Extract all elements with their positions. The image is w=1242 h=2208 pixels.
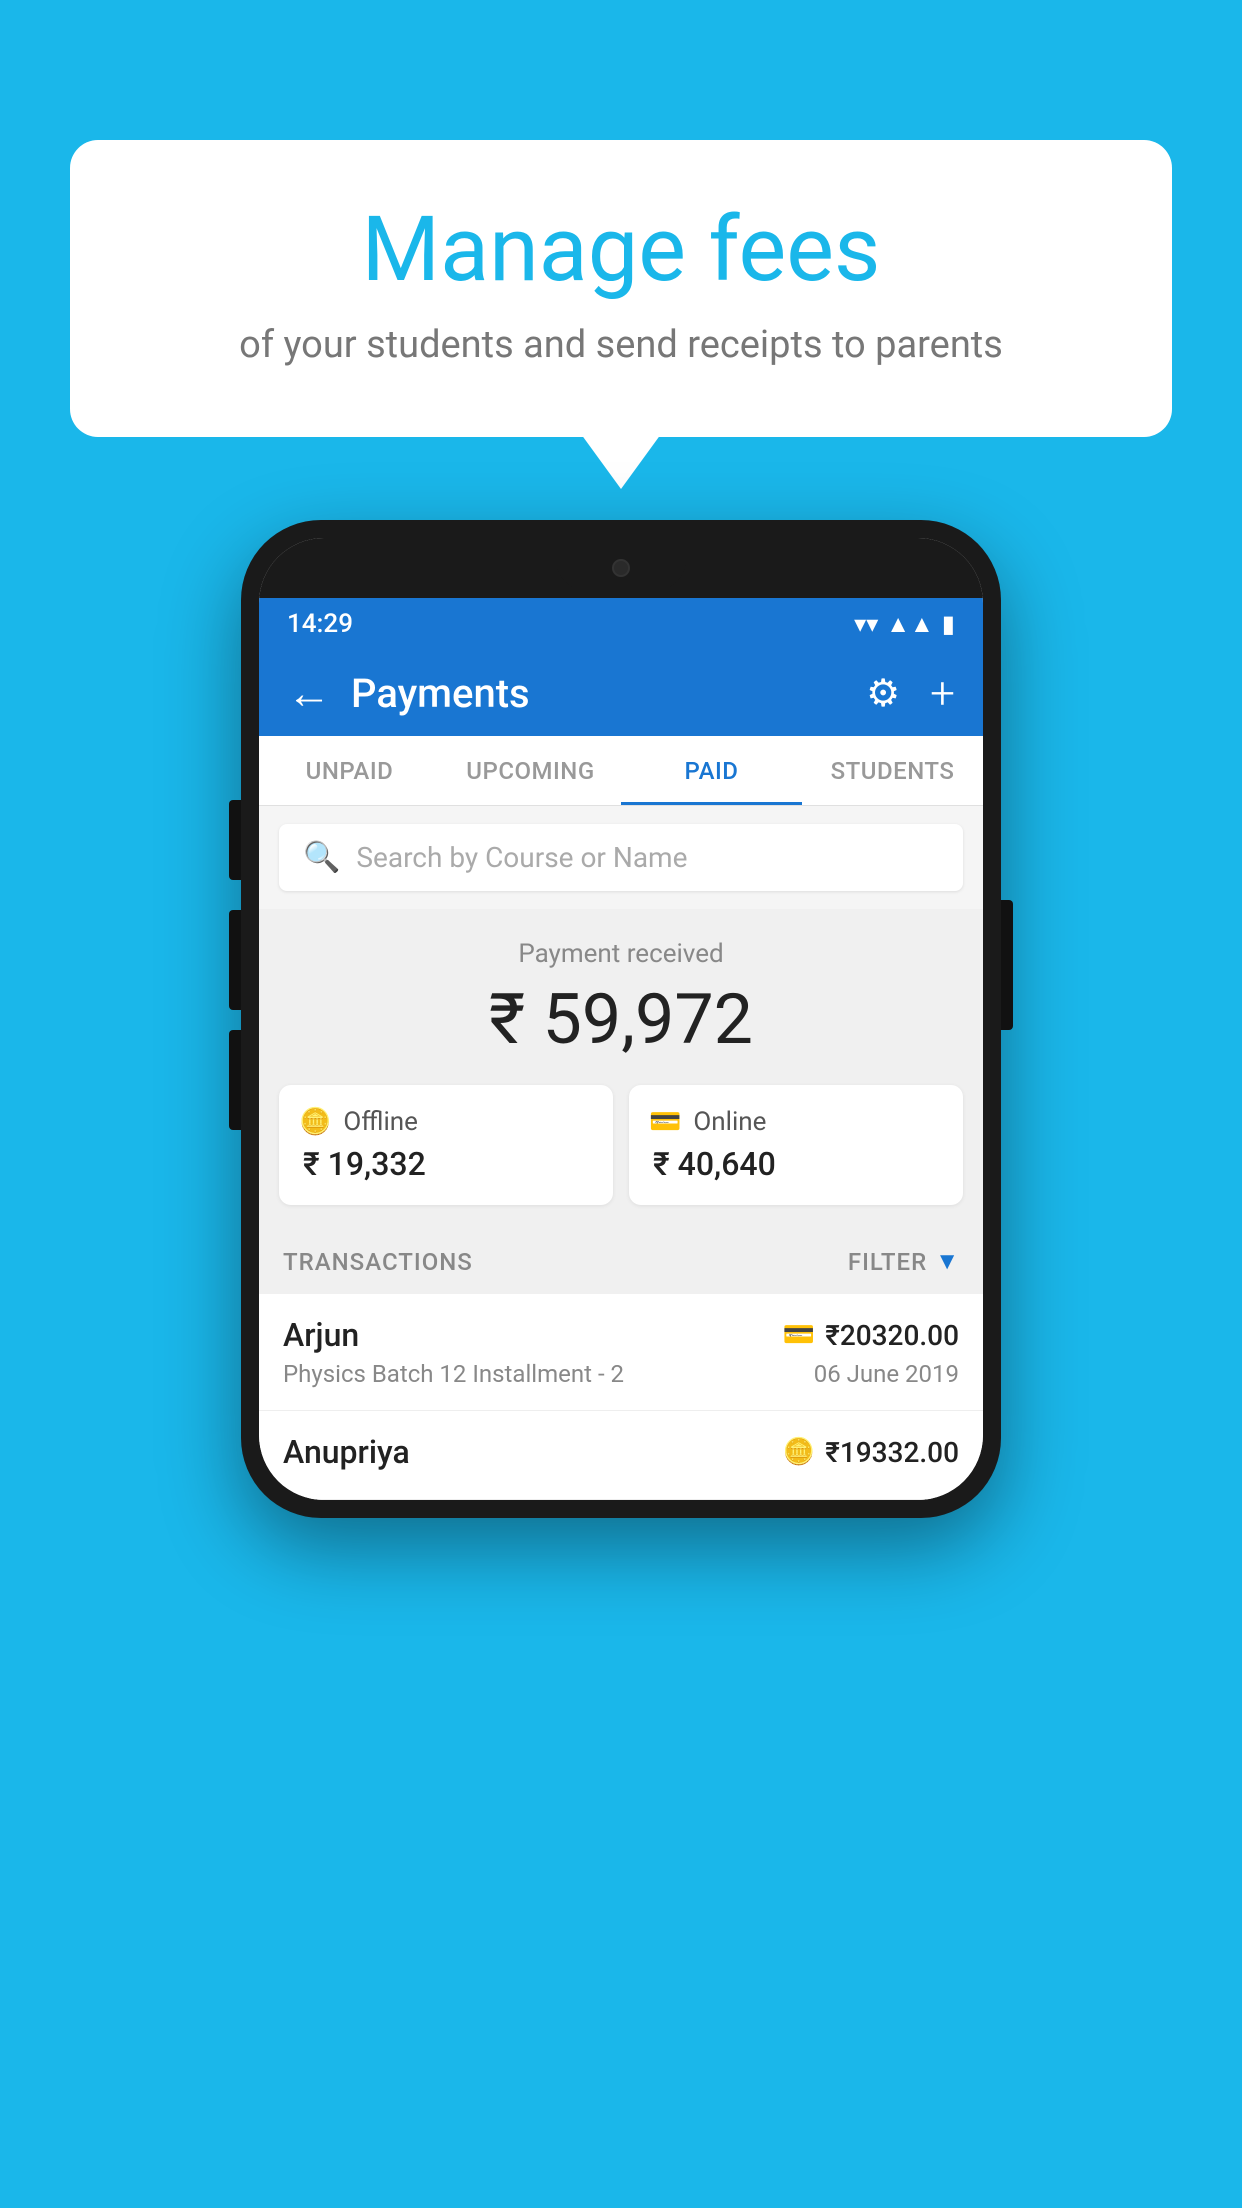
transactions-header: TRANSACTIONS FILTER ▼	[259, 1229, 983, 1294]
battery-icon: ▮	[942, 610, 955, 638]
front-camera	[612, 559, 630, 577]
card-payment-icon: 💳	[783, 1320, 815, 1350]
search-container: 🔍 Search by Course or Name	[259, 806, 983, 909]
add-button[interactable]: +	[930, 667, 955, 719]
online-amount: ₹ 40,640	[649, 1145, 776, 1183]
payment-cards: 🪙 Offline ₹ 19,332 💳 Online ₹ 40,640	[279, 1085, 963, 1205]
power-button	[1001, 900, 1013, 1030]
signal-icon: ▲▲	[886, 610, 934, 639]
filter-icon: ▼	[935, 1247, 959, 1276]
header-title: Payments	[351, 670, 846, 717]
transaction-bottom: Physics Batch 12 Installment - 2 06 June…	[283, 1360, 959, 1388]
settings-icon[interactable]: ⚙	[866, 671, 900, 716]
tab-unpaid[interactable]: UNPAID	[259, 736, 440, 805]
bubble-subtitle: of your students and send receipts to pa…	[150, 323, 1092, 367]
transaction-top: Arjun 💳 ₹20320.00	[283, 1316, 959, 1354]
tab-students[interactable]: STUDENTS	[802, 736, 983, 805]
search-placeholder: Search by Course or Name	[356, 841, 687, 874]
offline-payment-card: 🪙 Offline ₹ 19,332	[279, 1085, 613, 1205]
payment-summary: Payment received ₹ 59,972 🪙 Offline ₹ 19…	[259, 909, 983, 1229]
online-label: Online	[693, 1107, 766, 1137]
transaction-course: Physics Batch 12 Installment - 2	[283, 1360, 624, 1388]
filter-button[interactable]: FILTER ▼	[848, 1247, 959, 1276]
transaction-date: 06 June 2019	[814, 1360, 959, 1388]
transaction-amount: ₹19332.00	[825, 1436, 959, 1469]
tab-upcoming[interactable]: UPCOMING	[440, 736, 621, 805]
cash-icon: 🪙	[299, 1107, 331, 1137]
transaction-top: Anupriya 🪙 ₹19332.00	[283, 1433, 959, 1471]
speech-bubble-container: Manage fees of your students and send re…	[70, 140, 1172, 437]
search-icon: 🔍	[303, 840, 340, 875]
transaction-name: Arjun	[283, 1316, 359, 1354]
transactions-label: TRANSACTIONS	[283, 1248, 473, 1276]
cash-payment-icon: 🪙	[783, 1437, 815, 1467]
transaction-amount-row: 💳 ₹20320.00	[783, 1319, 959, 1352]
phone-notch	[259, 538, 983, 598]
payment-received-label: Payment received	[279, 939, 963, 969]
status-bar: 14:29 ▾▾ ▲▲ ▮	[259, 598, 983, 650]
online-payment-card: 💳 Online ₹ 40,640	[629, 1085, 963, 1205]
bubble-title: Manage fees	[150, 200, 1092, 299]
wifi-icon: ▾▾	[854, 610, 878, 638]
notch-cutout	[556, 546, 686, 590]
tabs-bar: UNPAID UPCOMING PAID STUDENTS	[259, 736, 983, 806]
offline-card-type-row: 🪙 Offline	[299, 1107, 418, 1137]
phone-outer: 14:29 ▾▾ ▲▲ ▮ ← Payments ⚙ + UNPAID	[241, 520, 1001, 1518]
card-icon: 💳	[649, 1107, 681, 1137]
offline-amount: ₹ 19,332	[299, 1145, 426, 1183]
speech-bubble: Manage fees of your students and send re…	[70, 140, 1172, 437]
filter-label: FILTER	[848, 1248, 927, 1276]
transaction-amount: ₹20320.00	[825, 1319, 959, 1352]
table-row[interactable]: Arjun 💳 ₹20320.00 Physics Batch 12 Insta…	[259, 1294, 983, 1411]
transaction-name: Anupriya	[283, 1433, 410, 1471]
offline-label: Offline	[343, 1107, 418, 1137]
phone-mockup: 14:29 ▾▾ ▲▲ ▮ ← Payments ⚙ + UNPAID	[241, 520, 1001, 1518]
back-button[interactable]: ←	[287, 671, 331, 715]
search-bar[interactable]: 🔍 Search by Course or Name	[279, 824, 963, 891]
volume-down-button	[229, 1030, 241, 1130]
status-time: 14:29	[287, 609, 353, 639]
status-icons: ▾▾ ▲▲ ▮	[854, 610, 955, 639]
tab-paid[interactable]: PAID	[621, 736, 802, 805]
phone-screen: 14:29 ▾▾ ▲▲ ▮ ← Payments ⚙ + UNPAID	[259, 538, 983, 1500]
online-card-type-row: 💳 Online	[649, 1107, 766, 1137]
app-header: ← Payments ⚙ +	[259, 650, 983, 736]
table-row[interactable]: Anupriya 🪙 ₹19332.00	[259, 1411, 983, 1500]
payment-total-amount: ₹ 59,972	[279, 979, 963, 1061]
transaction-amount-row: 🪙 ₹19332.00	[783, 1436, 959, 1469]
volume-up-button	[229, 910, 241, 1010]
